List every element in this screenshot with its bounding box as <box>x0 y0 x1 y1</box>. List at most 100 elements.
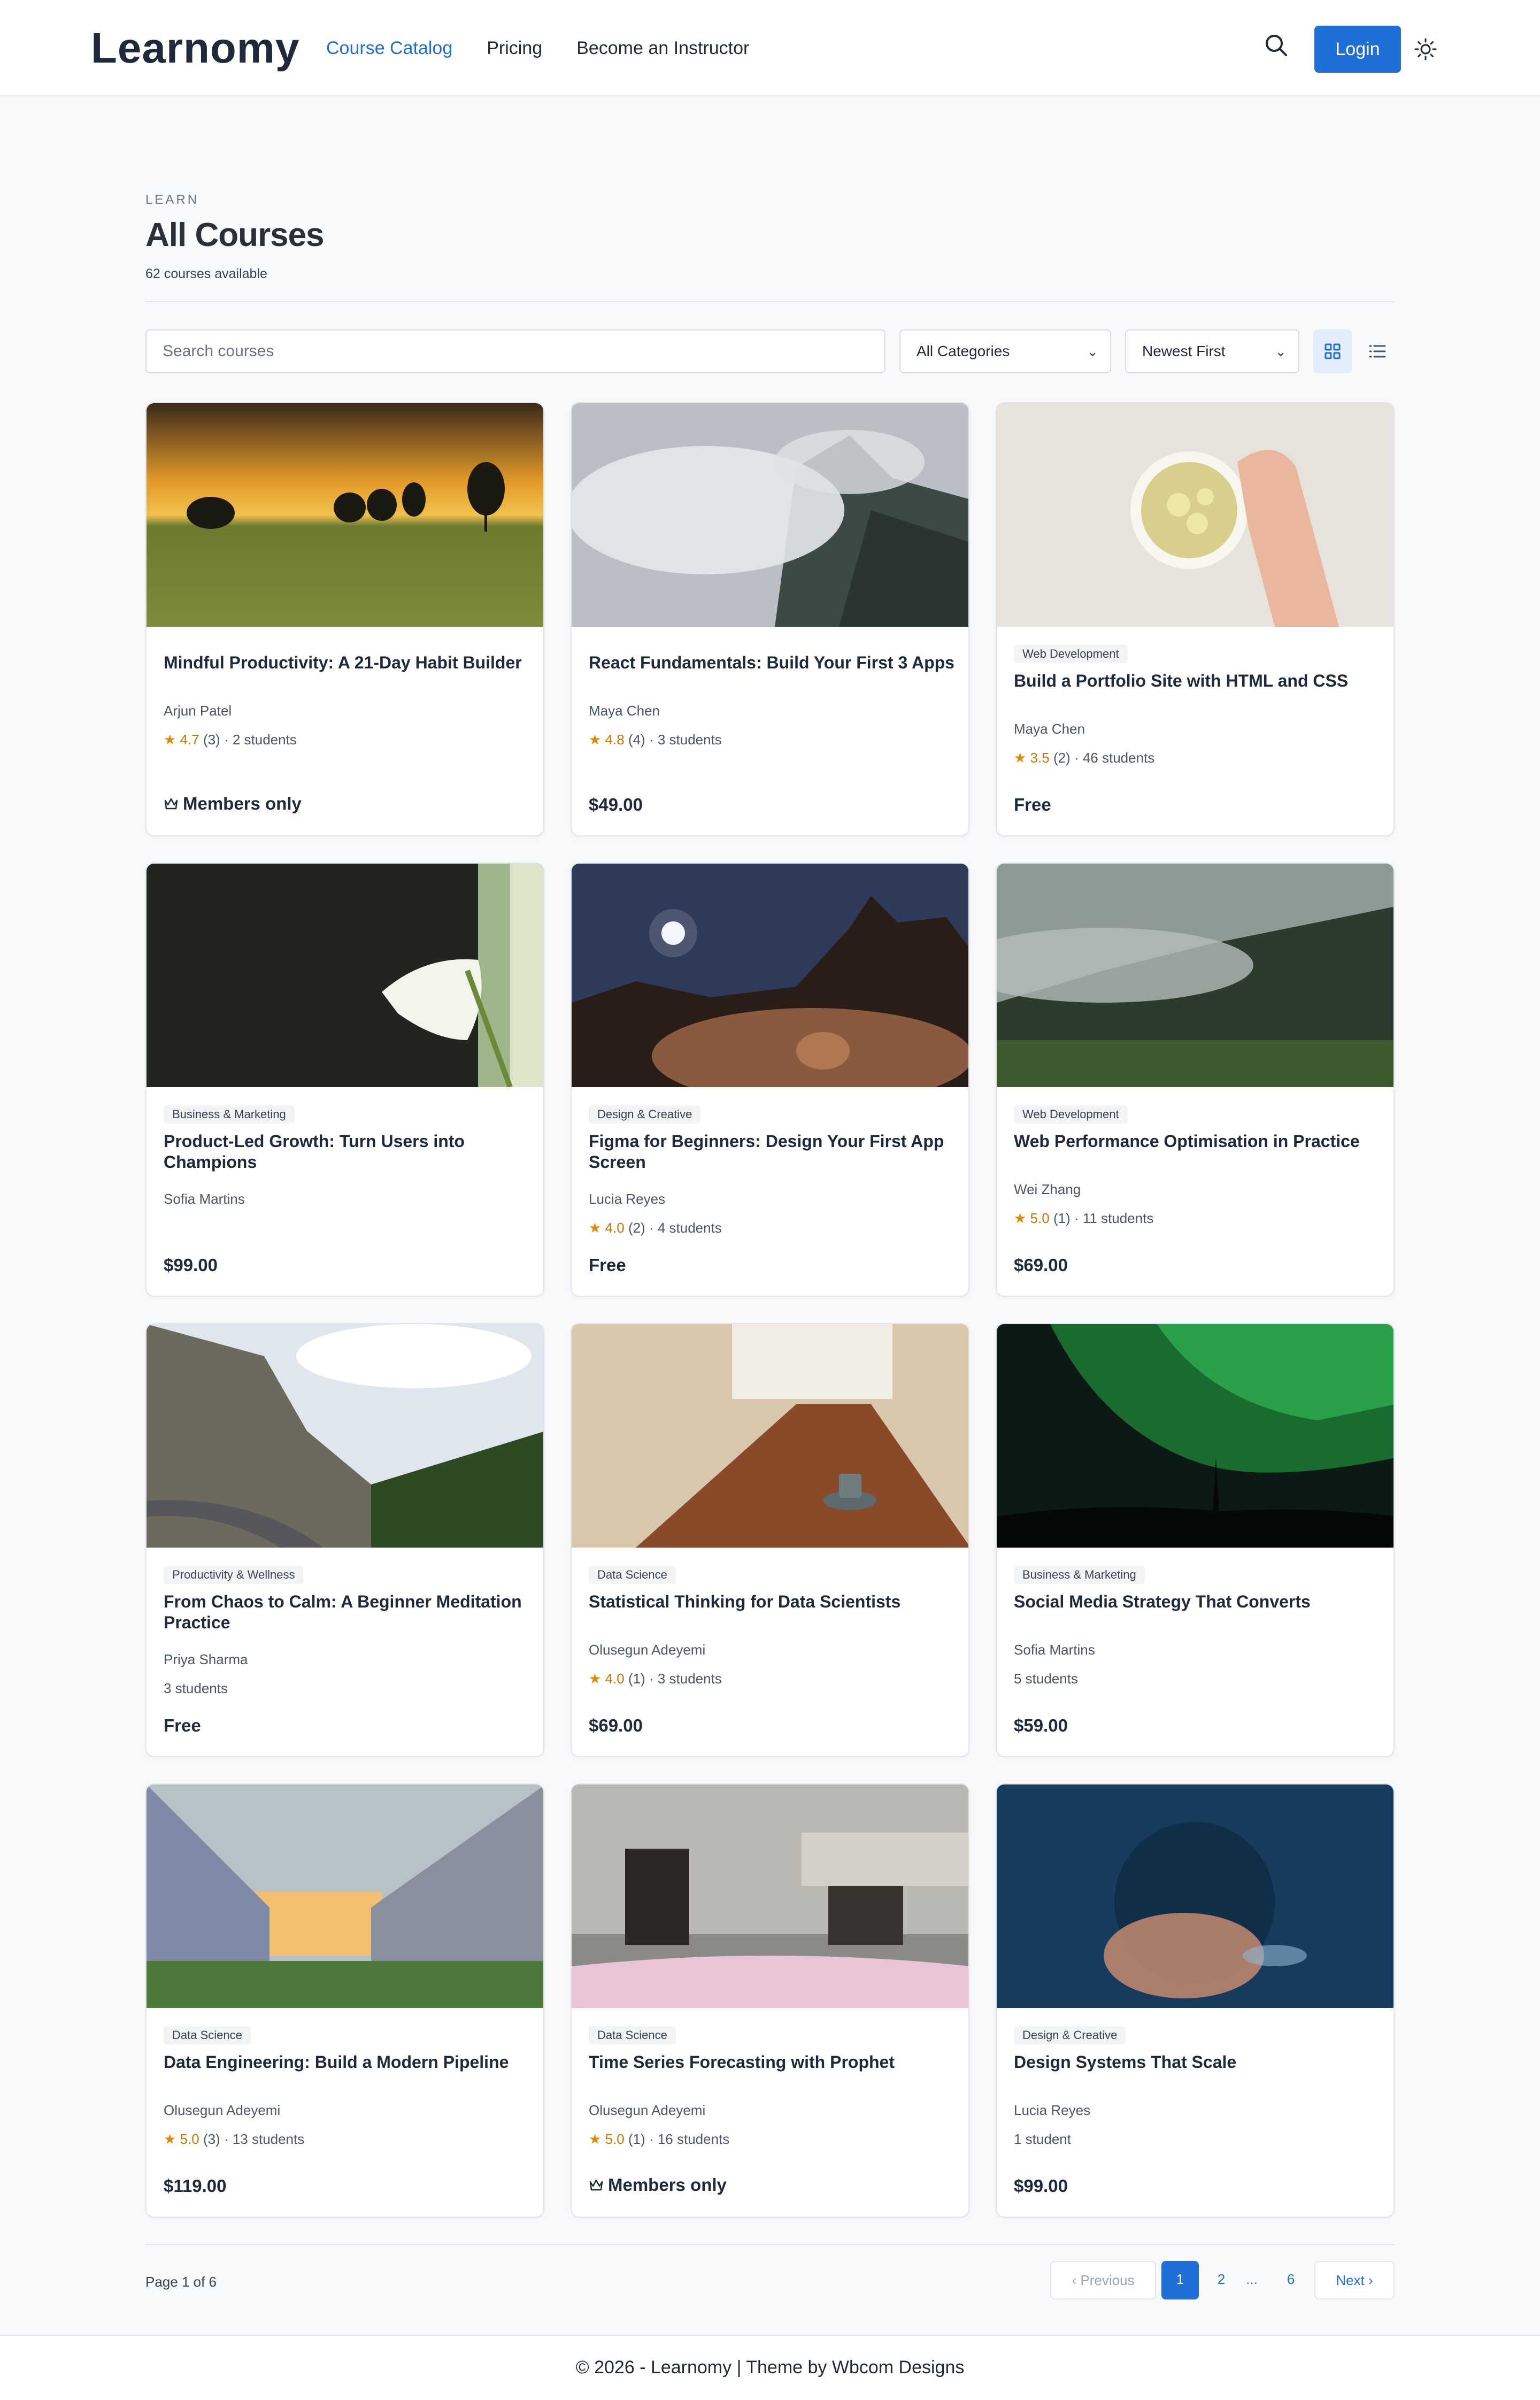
sort-select[interactable]: Newest First ⌄ <box>1125 329 1299 373</box>
course-students: 46 students <box>1082 750 1155 766</box>
course-rating: 5.0 <box>605 2131 625 2147</box>
course-instructor: Maya Chen <box>589 703 660 719</box>
course-card[interactable]: Design & Creative Figma for Beginners: De… <box>571 863 969 1297</box>
course-title[interactable]: Build a Portfolio Site with HTML and CSS <box>1014 671 1383 691</box>
category-badge: Data Science <box>589 2026 676 2044</box>
course-price: Free <box>589 1255 626 1275</box>
course-price: $99.00 <box>164 1255 218 1275</box>
course-meta: ★ 5.0 (3) · 13 students <box>164 2131 304 2147</box>
login-button[interactable]: Login <box>1314 26 1401 73</box>
course-title[interactable]: Figma for Beginners: Design Your First A… <box>589 1131 958 1173</box>
category-badge: Productivity & Wellness <box>164 1566 304 1584</box>
course-students: 3 students <box>657 1671 722 1687</box>
site-footer: © 2026 - Learnomy | Theme by Wbcom Desig… <box>0 2335 1540 2400</box>
course-title[interactable]: Social Media Strategy That Converts <box>1014 1591 1383 1612</box>
course-title[interactable]: Product-Led Growth: Turn Users into Cham… <box>164 1131 533 1173</box>
chevron-down-icon: ⌄ <box>1087 343 1098 359</box>
course-title[interactable]: Web Performance Optimisation in Practice <box>1014 1131 1383 1152</box>
course-card[interactable]: Data Science Data Engineering: Build a Mo… <box>145 1783 544 2218</box>
course-rating: 5.0 <box>1030 1210 1050 1226</box>
course-meta: ★ 4.8 (4) · 3 students <box>589 732 722 748</box>
course-count: 62 courses available <box>145 266 267 281</box>
course-students: 13 students <box>232 2131 305 2147</box>
star-icon: ★ <box>589 1671 602 1687</box>
course-instructor: Olusegun Adeyemi <box>589 2102 706 2118</box>
course-thumbnail[interactable] <box>572 1324 968 1548</box>
course-thumbnail[interactable] <box>997 864 1393 1087</box>
nav-course-catalog[interactable]: Course Catalog <box>326 36 452 60</box>
course-review-count: (4) <box>628 732 645 748</box>
page-button-1[interactable]: 1 <box>1161 2261 1199 2299</box>
course-title[interactable]: Design Systems That Scale <box>1014 2052 1383 2073</box>
search-input[interactable] <box>145 329 886 373</box>
course-card[interactable]: Business & Marketing Social Media Strateg… <box>996 1323 1395 1757</box>
chevron-down-icon: ⌄ <box>1275 343 1287 359</box>
course-title[interactable]: Mindful Productivity: A 21-Day Habit Bui… <box>164 652 533 673</box>
nav-pricing[interactable]: Pricing <box>487 36 542 60</box>
course-thumbnail[interactable] <box>997 1324 1393 1548</box>
site-header: Learnomy Course Catalog Pricing Become a… <box>0 0 1540 96</box>
page-button-6[interactable]: 6 <box>1275 2261 1307 2299</box>
list-view-icon[interactable] <box>1358 329 1397 373</box>
grid-view-icon[interactable] <box>1313 329 1352 373</box>
course-students: 16 students <box>657 2131 730 2147</box>
course-price: $119.00 <box>164 2176 226 2196</box>
course-title[interactable]: React Fundamentals: Build Your First 3 A… <box>589 652 958 673</box>
course-card[interactable]: Web Development Web Performance Optimisat… <box>996 863 1395 1297</box>
course-card[interactable]: Mindful Productivity: A 21-Day Habit Bui… <box>145 402 544 836</box>
course-card[interactable]: Business & Marketing Product-Led Growth: … <box>145 863 544 1297</box>
star-icon: ★ <box>164 2131 176 2147</box>
course-thumbnail[interactable] <box>147 403 543 627</box>
course-title[interactable]: Time Series Forecasting with Prophet <box>589 2052 958 2073</box>
course-students: 3 students <box>164 1680 228 1696</box>
next-page-button[interactable]: Next › <box>1314 2261 1395 2299</box>
course-card[interactable]: Data Science Statistical Thinking for Dat… <box>571 1323 969 1757</box>
course-thumbnail[interactable] <box>147 1784 543 2008</box>
page-button-2[interactable]: 2 <box>1205 2261 1237 2299</box>
course-review-count: (1) <box>628 2131 645 2147</box>
category-badge: Design & Creative <box>589 1105 701 1124</box>
course-card[interactable]: Web Development Build a Portfolio Site wi… <box>996 402 1395 836</box>
category-select[interactable]: All Categories ⌄ <box>899 329 1111 373</box>
main-nav: Course Catalog Pricing Become an Instruc… <box>326 36 749 60</box>
course-price-label: Members only <box>183 794 302 813</box>
course-card[interactable]: Data Science Time Series Forecasting with… <box>571 1783 969 2218</box>
course-meta: ★ 4.0 (2) · 4 students <box>589 1220 722 1236</box>
page-eyebrow: LEARN <box>145 193 199 207</box>
meta-separator: · <box>645 2131 658 2147</box>
course-review-count: (2) <box>628 1220 645 1236</box>
course-card[interactable]: Productivity & Wellness From Chaos to Cal… <box>145 1323 544 1757</box>
course-students: 4 students <box>657 1220 722 1236</box>
course-students: 5 students <box>1014 1671 1078 1687</box>
page-ellipsis: ... <box>1246 2271 1258 2287</box>
site-logo[interactable]: Learnomy <box>91 22 299 74</box>
meta-separator: · <box>645 1671 658 1687</box>
course-price-label: $99.00 <box>164 1255 218 1275</box>
sort-select-value: Newest First <box>1142 343 1226 359</box>
course-thumbnail[interactable] <box>147 1324 543 1548</box>
course-card[interactable]: Design & Creative Design Systems That Sca… <box>996 1783 1395 2218</box>
course-title[interactable]: Data Engineering: Build a Modern Pipelin… <box>164 2052 533 2073</box>
meta-separator: · <box>1070 1210 1083 1226</box>
course-card[interactable]: React Fundamentals: Build Your First 3 A… <box>571 402 969 836</box>
course-students: 3 students <box>657 732 722 748</box>
course-thumbnail[interactable] <box>997 403 1393 627</box>
course-thumbnail[interactable] <box>997 1784 1393 2008</box>
course-rating: 5.0 <box>180 2131 199 2147</box>
category-badge: Data Science <box>589 1566 676 1584</box>
course-thumbnail[interactable] <box>147 864 543 1087</box>
course-price-label: $69.00 <box>589 1716 643 1735</box>
meta-separator: · <box>1070 750 1083 766</box>
course-title[interactable]: Statistical Thinking for Data Scientists <box>589 1591 958 1612</box>
category-badge: Web Development <box>1014 645 1128 663</box>
course-title[interactable]: From Chaos to Calm: A Beginner Meditatio… <box>164 1591 533 1633</box>
course-thumbnail[interactable] <box>572 864 968 1087</box>
search-icon[interactable] <box>1263 32 1290 59</box>
sun-icon[interactable] <box>1414 37 1437 61</box>
star-icon: ★ <box>589 1220 602 1236</box>
course-thumbnail[interactable] <box>572 1784 968 2008</box>
course-thumbnail[interactable] <box>572 403 968 627</box>
nav-become-instructor[interactable]: Become an Instructor <box>576 36 749 60</box>
course-review-count: (3) <box>203 2131 220 2147</box>
previous-page-button[interactable]: ‹ Previous <box>1050 2261 1156 2299</box>
